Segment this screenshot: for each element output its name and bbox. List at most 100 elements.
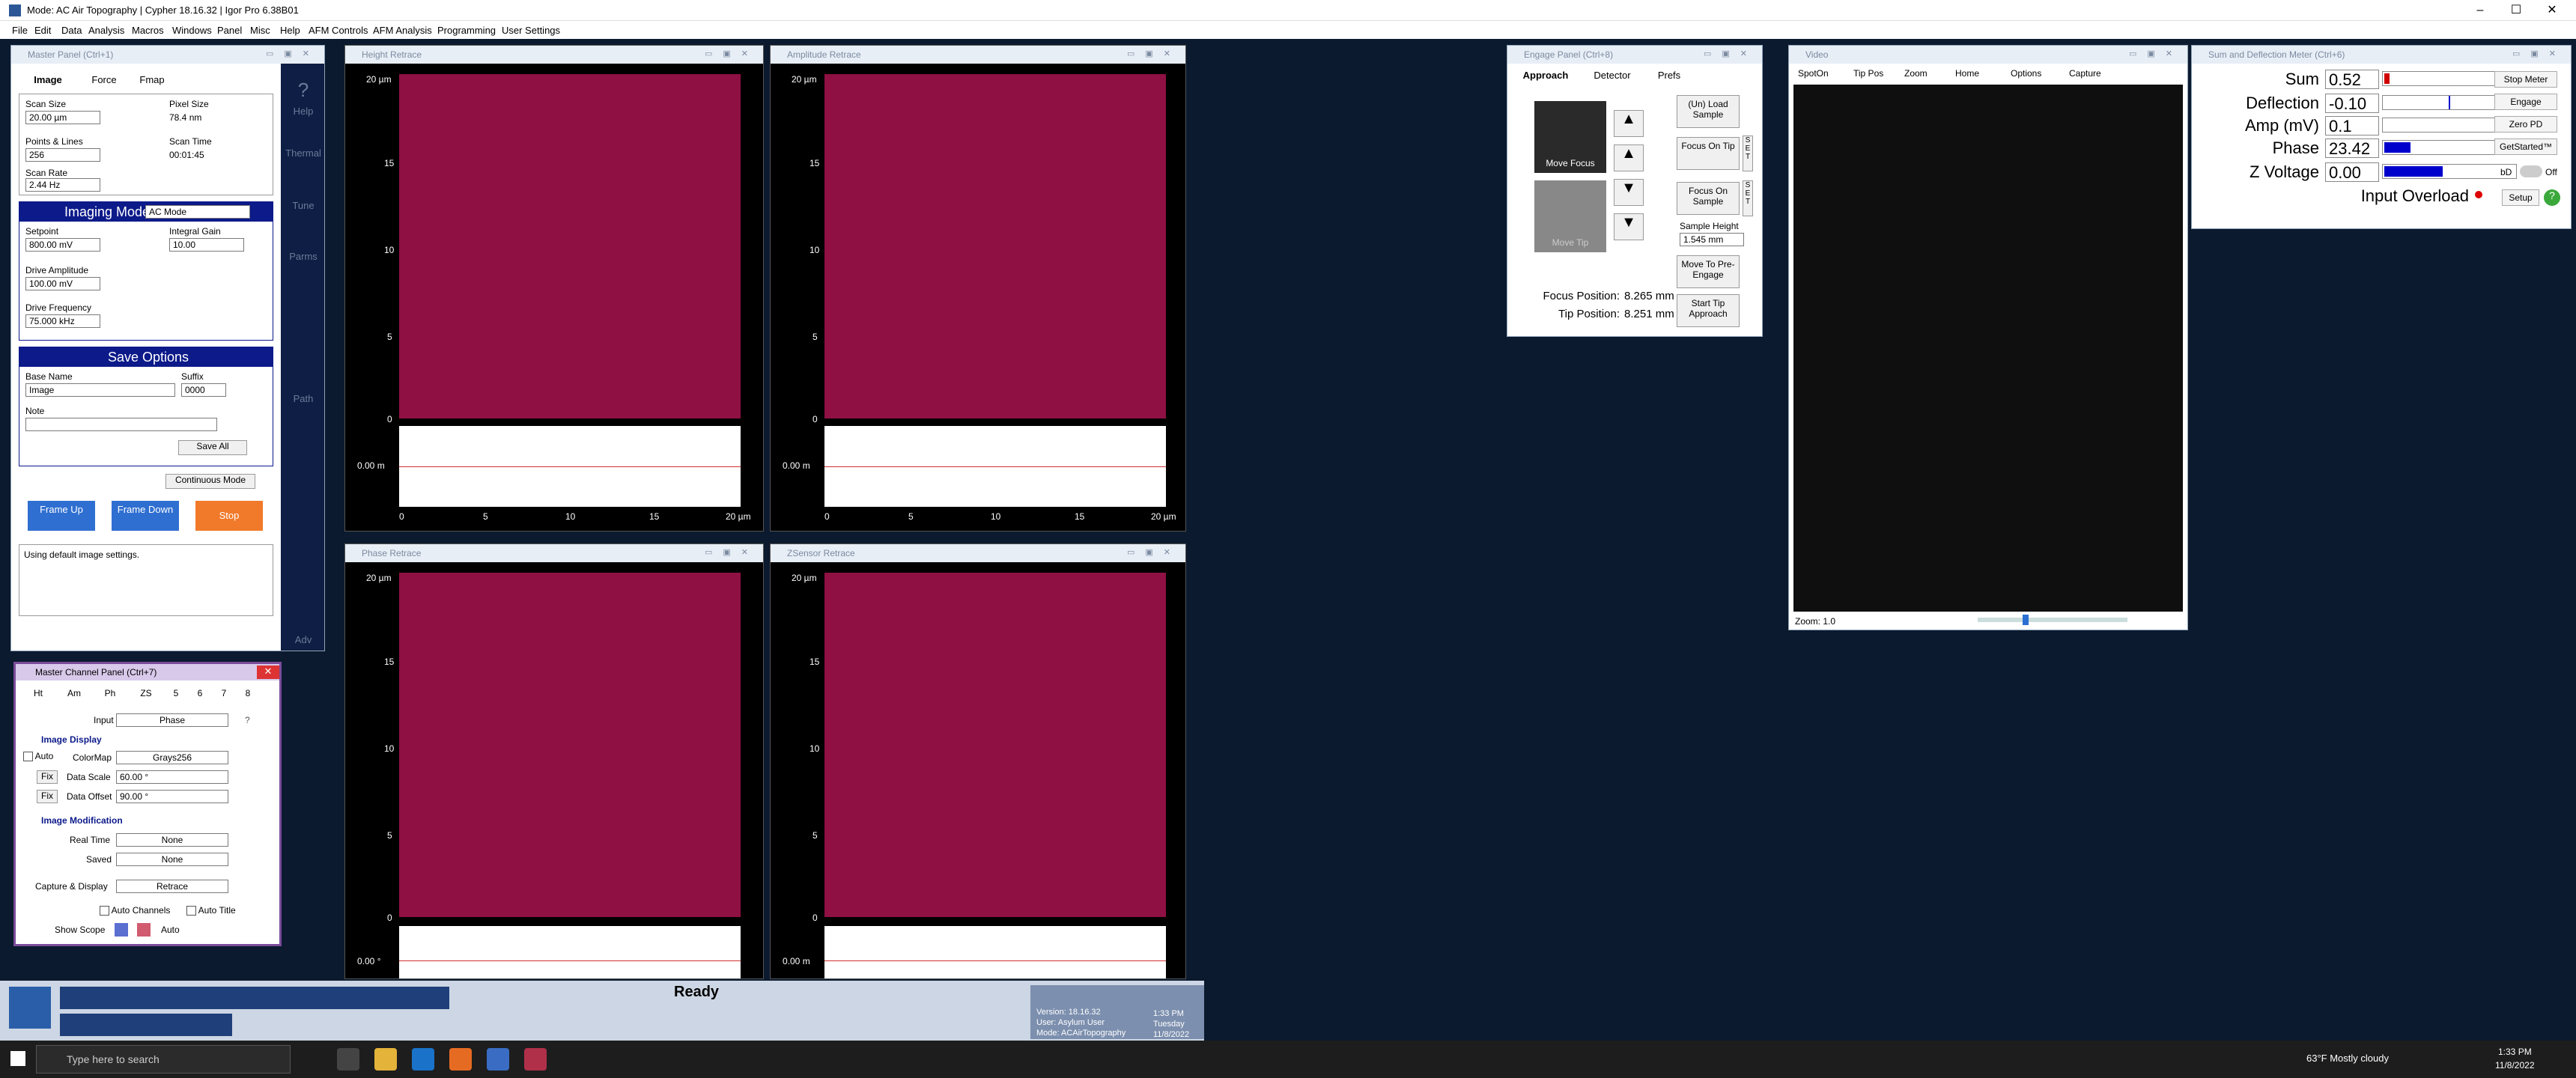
edge-icon[interactable] xyxy=(412,1048,434,1071)
note-field[interactable] xyxy=(25,418,217,431)
base-name-field[interactable]: Image xyxy=(25,383,175,397)
tab-ht[interactable]: Ht xyxy=(25,688,52,703)
slider-thumb[interactable] xyxy=(2023,615,2029,625)
frame-up-button[interactable]: Frame Up xyxy=(28,501,95,531)
stop-meter-button[interactable]: Stop Meter xyxy=(2494,71,2557,88)
data-offset-field[interactable]: 90.00 ° xyxy=(116,790,228,803)
auto-checkbox[interactable] xyxy=(23,752,33,762)
close-icon[interactable]: ✕ xyxy=(257,666,279,679)
window-buttons[interactable]: ▭▣✕ xyxy=(2512,49,2566,58)
menu-edit[interactable]: Edit xyxy=(34,25,51,36)
menu-afm-analysis[interactable]: AFM Analysis xyxy=(373,25,432,36)
load-sample-button[interactable]: (Un) Load Sample xyxy=(1677,95,1740,128)
menu-data[interactable]: Data xyxy=(61,25,82,36)
zoom-button[interactable]: Zoom xyxy=(1904,68,1928,79)
zsensor-image[interactable] xyxy=(824,573,1166,917)
zero-pd-button[interactable]: Zero PD xyxy=(2494,116,2557,133)
setpoint-field[interactable]: 800.00 mV xyxy=(25,238,100,252)
move-focus-button[interactable]: Move Focus xyxy=(1534,101,1606,173)
tab-8[interactable]: 8 xyxy=(240,688,255,703)
window-buttons[interactable]: ▭▣✕ xyxy=(705,49,759,58)
suffix-field[interactable]: 0000 xyxy=(181,383,226,397)
tab-image[interactable]: Image xyxy=(22,71,74,89)
home-button[interactable]: Home xyxy=(1955,68,1979,79)
colormap-select[interactable]: Grays256 xyxy=(116,751,228,764)
tab-7[interactable]: 7 xyxy=(216,688,231,703)
window-buttons[interactable]: ▭▣✕ xyxy=(1127,49,1181,58)
scope-clear-button[interactable] xyxy=(137,923,151,937)
tab-6[interactable]: 6 xyxy=(192,688,207,703)
windows-start-icon[interactable] xyxy=(10,1051,25,1066)
taskbar-search[interactable]: Type here to search xyxy=(36,1045,291,1074)
frame-down-button[interactable]: Frame Down xyxy=(112,501,179,531)
asylum-app-icon[interactable] xyxy=(487,1048,509,1071)
tab-approach[interactable]: Approach xyxy=(1513,70,1578,86)
capture-display-select[interactable]: Retrace xyxy=(116,880,228,893)
path-label[interactable]: Path xyxy=(281,393,326,404)
thermal-label[interactable]: Thermal xyxy=(281,147,326,159)
tab-ph[interactable]: Ph xyxy=(97,688,124,703)
menu-afm-controls[interactable]: AFM Controls xyxy=(309,25,368,36)
window-buttons[interactable]: ▭▣✕ xyxy=(705,547,759,557)
help-icon[interactable]: ? xyxy=(281,79,326,102)
scope-button[interactable] xyxy=(115,923,128,937)
menu-file[interactable]: File xyxy=(12,25,28,36)
menu-windows[interactable]: Windows xyxy=(172,25,212,36)
scan-size-field[interactable]: 20.00 µm xyxy=(25,111,100,124)
stop-button[interactable]: Stop xyxy=(195,501,263,531)
tip-pos-button[interactable]: Tip Pos xyxy=(1853,68,1883,79)
options-button[interactable]: Options xyxy=(2011,68,2041,79)
spoton-button[interactable]: SpotOn xyxy=(1798,68,1829,79)
menu-macros[interactable]: Macros xyxy=(132,25,164,36)
igor-app-icon[interactable] xyxy=(524,1048,547,1071)
set-sample-button[interactable]: S E T xyxy=(1743,180,1753,216)
start-tip-approach-button[interactable]: Start Tip Approach xyxy=(1677,294,1740,327)
points-lines-field[interactable]: 256 xyxy=(25,148,100,162)
fast-up-button[interactable]: ▲ xyxy=(1614,110,1644,137)
fast-down-button[interactable]: ▼ xyxy=(1614,213,1644,240)
down-button[interactable]: ▼ xyxy=(1614,179,1644,206)
move-pre-engage-button[interactable]: Move To Pre-Engage xyxy=(1677,255,1740,288)
auto-title-checkbox[interactable] xyxy=(186,906,196,916)
help-icon[interactable]: ? xyxy=(245,715,250,725)
menu-programming[interactable]: Programming xyxy=(437,25,496,36)
data-scale-field[interactable]: 60.00 ° xyxy=(116,770,228,784)
scan-rate-field[interactable]: 2.44 Hz xyxy=(25,178,100,192)
engage-button[interactable]: Engage xyxy=(2494,94,2557,110)
fix-scale-button[interactable]: Fix xyxy=(37,770,58,784)
save-all-button[interactable]: Save All xyxy=(178,440,247,455)
tab-am[interactable]: Am xyxy=(61,688,88,703)
adv-label[interactable]: Adv xyxy=(281,634,326,645)
menu-help[interactable]: Help xyxy=(280,25,300,36)
menu-panel[interactable]: Panel xyxy=(217,25,242,36)
setup-button[interactable]: Setup xyxy=(2502,189,2539,206)
close-button[interactable]: ✕ xyxy=(2528,0,2576,21)
menu-user-settings[interactable]: User Settings xyxy=(502,25,560,36)
window-buttons[interactable]: ▭▣✕ xyxy=(2129,49,2183,58)
tab-zs[interactable]: ZS xyxy=(133,688,160,703)
amplitude-image[interactable] xyxy=(824,74,1166,418)
sample-height-field[interactable]: 1.545 mm xyxy=(1680,233,1744,246)
window-buttons[interactable]: ▭▣✕ xyxy=(1704,49,1758,58)
tab-prefs[interactable]: Prefs xyxy=(1647,70,1692,86)
auto-channels-checkbox[interactable] xyxy=(100,906,109,916)
real-time-select[interactable]: None xyxy=(116,833,228,847)
asylum-logo-icon[interactable] xyxy=(9,987,51,1029)
tab-fmap[interactable]: Fmap xyxy=(130,71,174,89)
bd-toggle[interactable] xyxy=(2520,165,2542,177)
up-button[interactable]: ▲ xyxy=(1614,144,1644,171)
firefox-icon[interactable] xyxy=(449,1048,472,1071)
tab-force[interactable]: Force xyxy=(82,71,127,89)
tab-detector[interactable]: Detector xyxy=(1582,70,1642,86)
fix-offset-button[interactable]: Fix xyxy=(37,790,58,803)
focus-on-tip-button[interactable]: Focus On Tip xyxy=(1677,137,1740,170)
zoom-slider[interactable] xyxy=(1978,615,2127,625)
menu-analysis[interactable]: Analysis xyxy=(88,25,124,36)
imaging-mode-select[interactable]: AC Mode xyxy=(145,205,250,219)
capture-button[interactable]: Capture xyxy=(2069,68,2101,79)
getstarted-button[interactable]: GetStarted™ xyxy=(2494,138,2557,155)
phase-image[interactable] xyxy=(399,573,741,917)
task-view-icon[interactable] xyxy=(337,1048,359,1071)
help-icon[interactable]: ? xyxy=(2544,189,2560,206)
panel-window-buttons[interactable]: ▭▣✕ xyxy=(266,49,320,58)
